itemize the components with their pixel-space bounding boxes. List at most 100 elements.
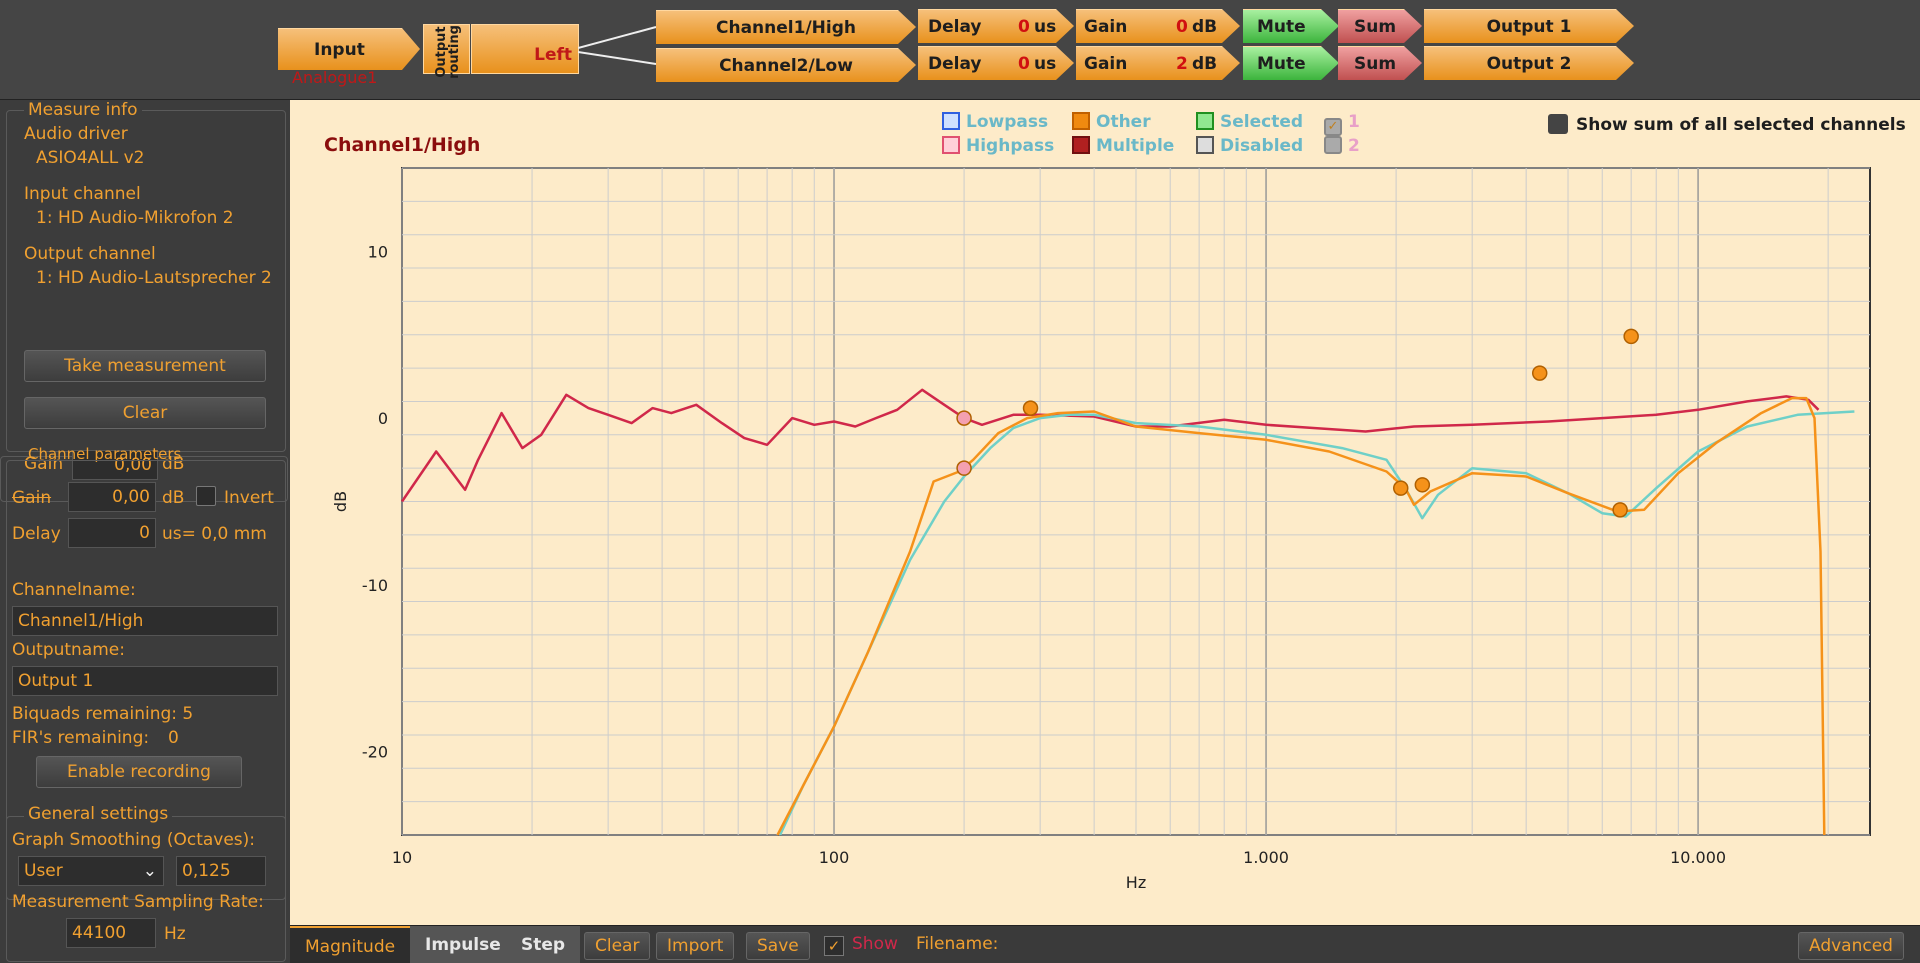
delay-value: 0 [1018, 54, 1030, 74]
audio-driver-label: Audio driver [24, 124, 128, 144]
x-tick-label: 100 [819, 848, 850, 867]
show-label: Show [852, 934, 898, 954]
routing-bar: Input Analogue1 Output routing Left Chan… [0, 0, 1920, 100]
delay-unit: us= 0,0 mm [162, 524, 267, 544]
measure-info-title: Measure info [24, 100, 142, 120]
channel2-block[interactable]: Channel2/Low [656, 48, 916, 82]
channel2-sum-button[interactable]: Sum [1338, 46, 1422, 80]
output-channel-value: 1: HD Audio-Lautsprecher 2 [36, 268, 272, 288]
delay-label: Delay [928, 54, 982, 74]
left-label: Left [534, 45, 572, 65]
firs-remaining-value: 0 [168, 728, 179, 748]
take-measurement-button[interactable]: Take measurement [24, 350, 266, 382]
gain-value: 0 [1176, 17, 1188, 37]
channel1-delay[interactable]: Delay 0 us [918, 9, 1074, 43]
output2-label: Output 2 [1486, 54, 1572, 74]
chart-panel: Channel1/High Lowpass Highpass Other Mul… [290, 100, 1920, 925]
smoothing-mode-select[interactable]: User ⌄ [18, 856, 164, 886]
x-tick-label: 10 [392, 848, 412, 867]
biquads-remaining: Biquads remaining: 5 [12, 704, 194, 724]
gain-unit: dB [162, 488, 185, 508]
channel1-sum-button[interactable]: Sum [1338, 9, 1422, 43]
left-block[interactable]: Left [471, 24, 579, 74]
gain-label: Gain [1084, 54, 1128, 74]
x-tick-label: 10.000 [1670, 848, 1726, 867]
input-sub-label: Analogue1 [292, 68, 378, 87]
output-routing-label: Output routing [434, 25, 462, 79]
tab-step[interactable]: Step [506, 926, 581, 963]
channelname-field[interactable]: Channel1/High [12, 606, 278, 636]
outputname-label: Outputname: [12, 640, 125, 660]
smoothing-value-field[interactable]: 0,125 [176, 856, 266, 886]
x-axis-label: Hz [1126, 873, 1146, 892]
smoothing-label: Graph Smoothing (Octaves): [12, 830, 256, 850]
channel2-mute-button[interactable]: Mute [1243, 46, 1339, 80]
filter-marker [956, 410, 972, 426]
tab-impulse[interactable]: Impulse [410, 926, 516, 963]
clear-measurement-button[interactable]: Clear [24, 397, 266, 429]
channel1-name: Channel1/High [716, 18, 856, 38]
mute-label: Mute [1257, 17, 1306, 37]
output2-block[interactable]: Output 2 [1424, 46, 1634, 80]
y-tick-label: 0 [378, 409, 388, 428]
gain-value: 2 [1176, 54, 1188, 74]
channel2-gain[interactable]: Gain 2 dB [1076, 46, 1240, 80]
channel2-name: Channel2/Low [719, 56, 853, 76]
left-panel: Measure info Audio driver ASIO4ALL v2 In… [0, 100, 288, 963]
filter-marker [956, 460, 972, 476]
input-channel-label: Input channel [24, 184, 141, 204]
series-line-2 [778, 410, 1855, 836]
gain-label: Gain [1084, 17, 1128, 37]
filter-marker [1414, 477, 1431, 493]
channel1-block[interactable]: Channel1/High [656, 10, 916, 44]
smoothing-mode-value: User [24, 861, 63, 881]
delay-label: Delay [928, 17, 982, 37]
output-routing-block[interactable]: Output routing [423, 24, 470, 79]
y-tick-label: -20 [362, 743, 388, 762]
advanced-button[interactable]: Advanced [1798, 932, 1904, 960]
filename-label: Filename: [916, 934, 999, 954]
outputname-field[interactable]: Output 1 [12, 666, 278, 696]
invert-checkbox[interactable] [196, 486, 216, 506]
save-button[interactable]: Save [746, 932, 810, 960]
filter-marker [1623, 328, 1639, 345]
x-tick-label: 1.000 [1243, 848, 1289, 867]
channel2-delay[interactable]: Delay 0 us [918, 46, 1074, 80]
delay-unit: us [1034, 17, 1057, 37]
sum-label: Sum [1354, 17, 1397, 37]
sampling-rate-field[interactable]: 44100 [66, 918, 156, 948]
tab-magnitude[interactable]: Magnitude [290, 926, 411, 963]
frequency-response-chart[interactable]: 10 100 1.000 10.000100-10-20HzdB [290, 100, 1920, 925]
checkmark-icon: ✓ [827, 937, 841, 955]
import-button[interactable]: Import [656, 932, 735, 960]
show-checkbox[interactable]: ✓ [824, 936, 844, 956]
delay-unit: us [1034, 54, 1057, 74]
input-channel-value: 1: HD Audio-Mikrofon 2 [36, 208, 234, 228]
clear-button[interactable]: Clear [584, 932, 651, 960]
gain-unit: dB [1192, 17, 1218, 37]
chevron-down-icon: ⌄ [142, 861, 157, 881]
enable-recording-button[interactable]: Enable recording [36, 756, 242, 788]
delay-field[interactable]: 0 [68, 518, 156, 548]
mute-label: Mute [1257, 54, 1306, 74]
general-settings-title: General settings [24, 804, 173, 824]
grid [401, 167, 1871, 836]
filter-marker [1612, 502, 1628, 518]
channel1-mute-button[interactable]: Mute [1243, 9, 1339, 43]
output-channel-label: Output channel [24, 244, 156, 264]
channel1-gain[interactable]: Gain 0 dB [1076, 9, 1240, 43]
routing-connector-lines [578, 26, 657, 65]
y-tick-label: -10 [362, 576, 388, 595]
gain-field[interactable]: 0,00 [68, 482, 156, 512]
output1-label: Output 1 [1486, 17, 1572, 37]
app-window: Input Analogue1 Output routing Left Chan… [0, 0, 1920, 963]
gain-label: Gain [12, 488, 52, 508]
input-block[interactable]: Input [278, 28, 420, 70]
delay-label: Delay [12, 524, 61, 544]
gain-unit: dB [1192, 54, 1218, 74]
input-label: Input [314, 40, 365, 60]
output1-block[interactable]: Output 1 [1424, 9, 1634, 43]
audio-driver-value: ASIO4ALL v2 [36, 148, 145, 168]
series-line-3 [776, 396, 1826, 836]
delay-value: 0 [1018, 17, 1030, 37]
